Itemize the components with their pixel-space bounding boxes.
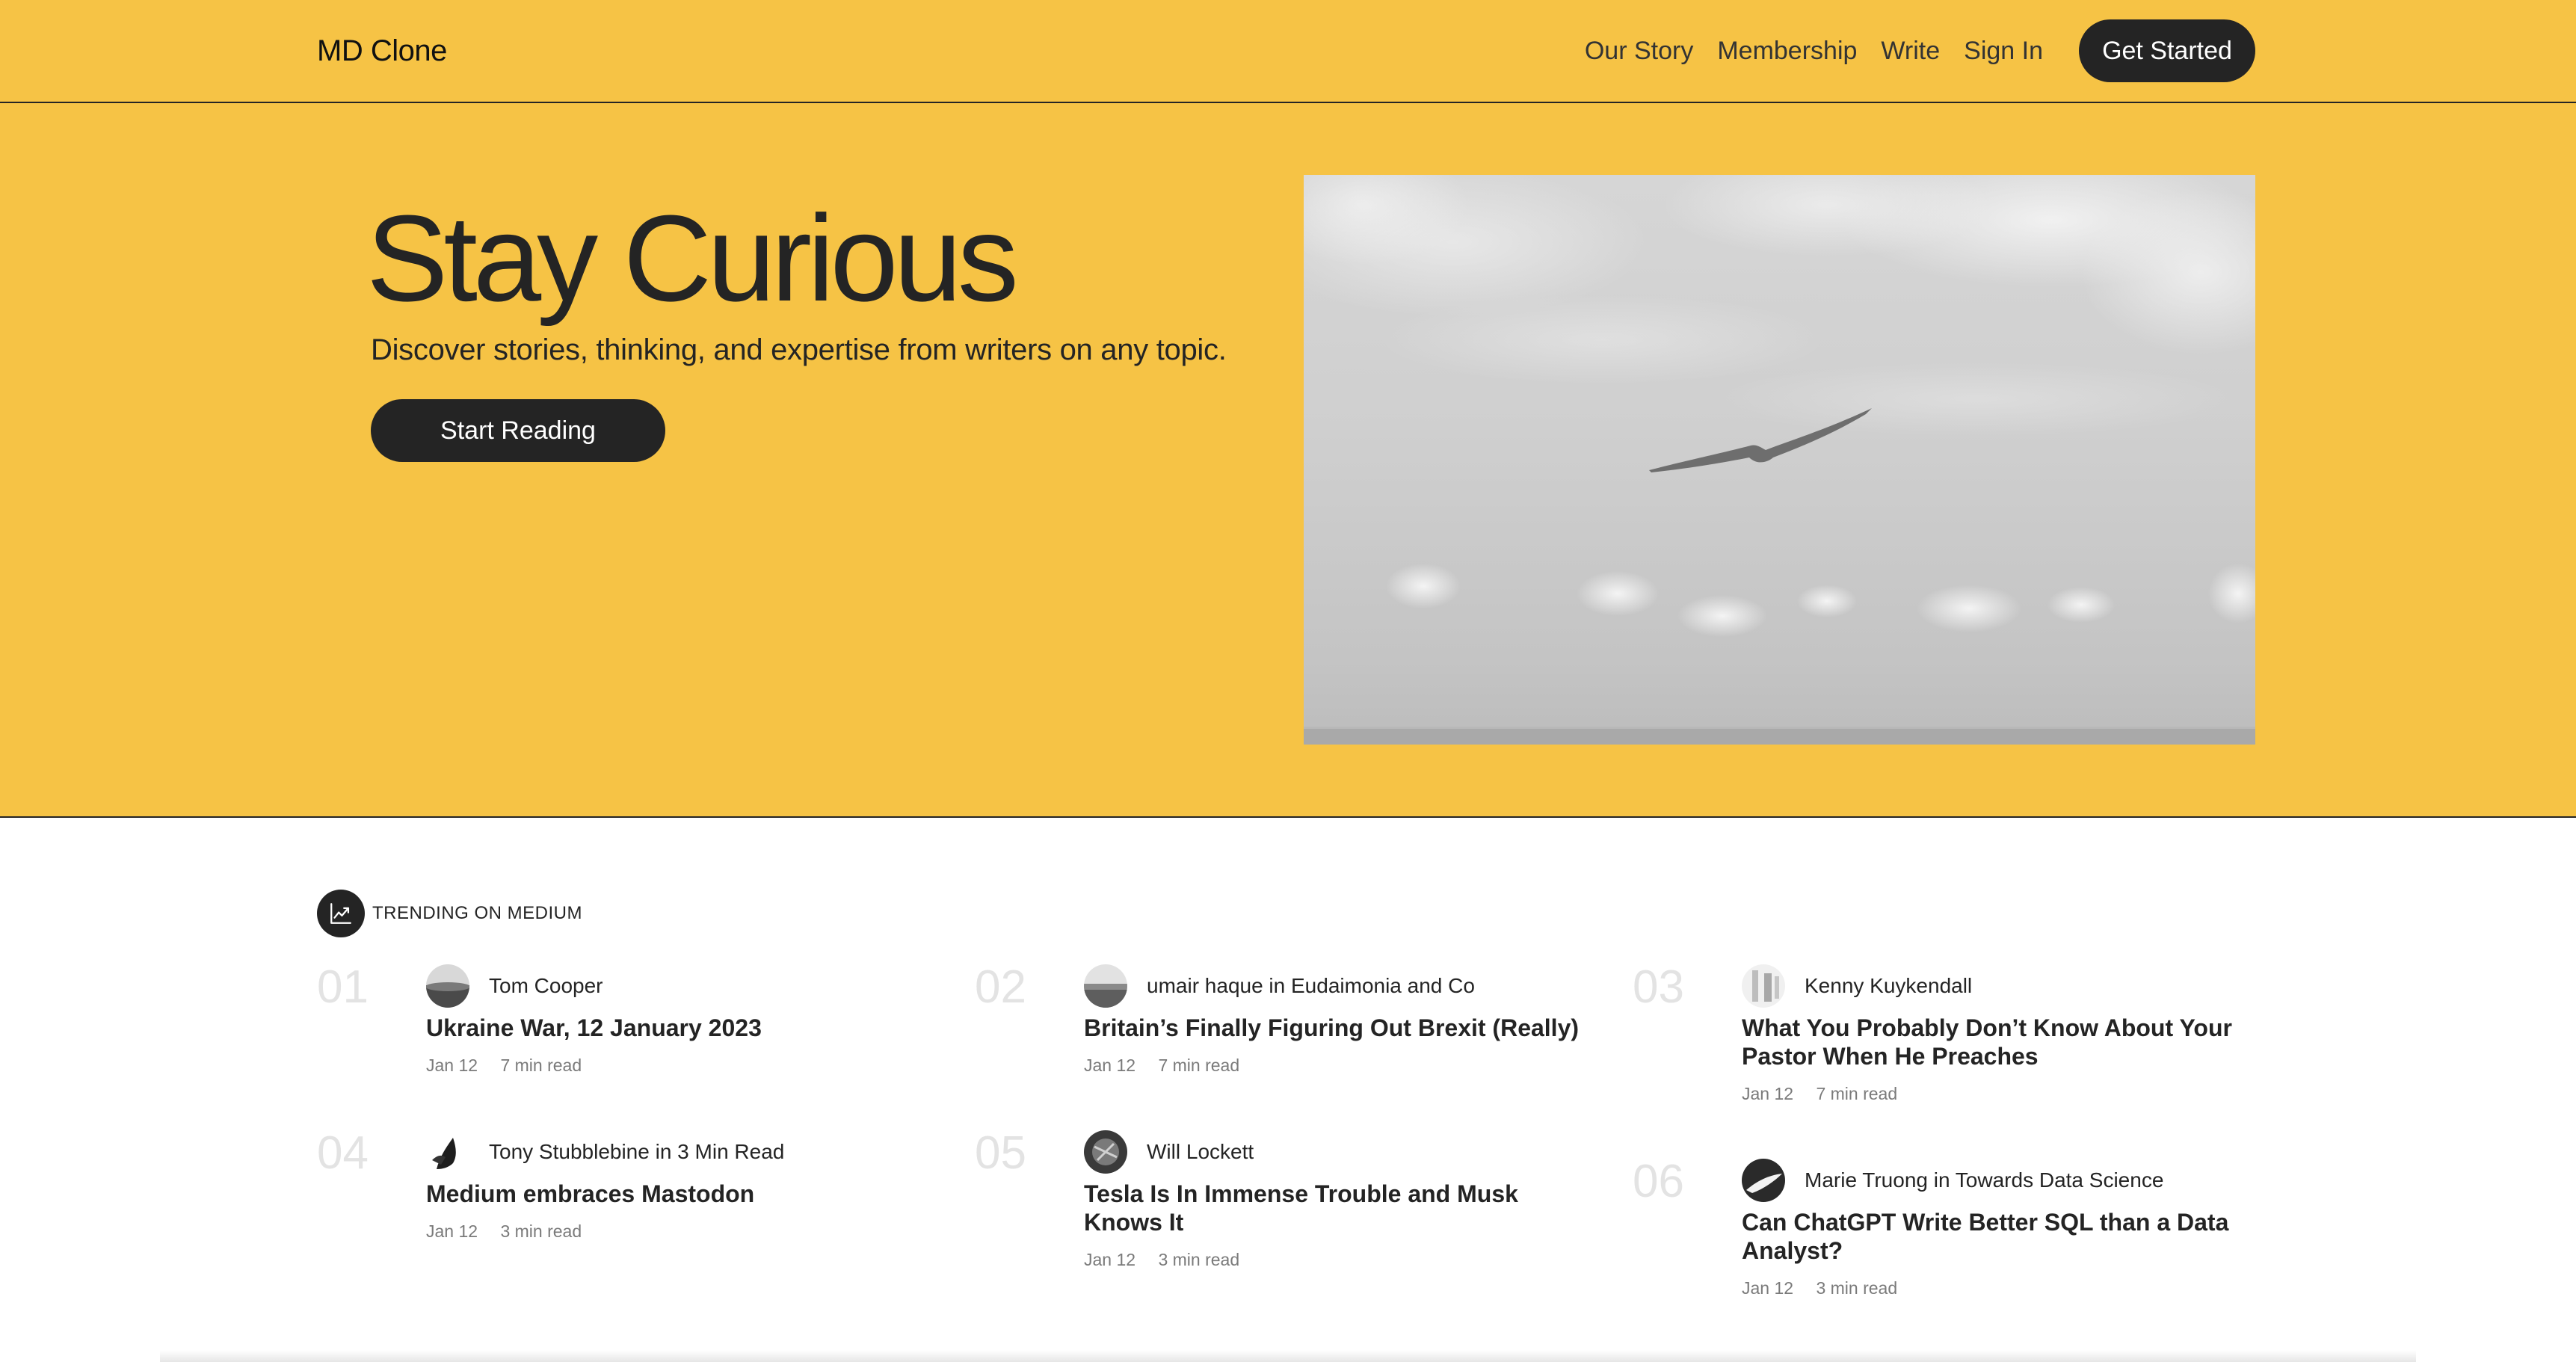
nav-link-membership[interactable]: Membership (1717, 37, 1857, 66)
article-date: Jan 12 (1084, 1250, 1136, 1269)
article-meta: Jan 12 7 min read (426, 1056, 942, 1076)
read-time: 3 min read (1158, 1250, 1240, 1269)
trending-number: 05 (975, 1127, 1026, 1179)
nav-link-our-story[interactable]: Our Story (1585, 37, 1693, 66)
article-meta: Jan 12 3 min read (1742, 1278, 2258, 1298)
author-avatar[interactable] (1084, 964, 1127, 1008)
author-name[interactable]: umair haque in Eudaimonia and Co (1147, 974, 1475, 998)
nav-inner: MD Clone Our Story Membership Write Sign… (317, 0, 2255, 102)
trending-number: 04 (317, 1127, 369, 1179)
article-date: Jan 12 (1742, 1278, 1794, 1298)
article-title[interactable]: Can ChatGPT Write Better SQL than a Data… (1742, 1208, 2258, 1265)
hero-section: Stay Curious Discover stories, thinking,… (0, 103, 2576, 818)
trending-content: Tony Stubblebine in 3 Min Read Medium em… (426, 1130, 942, 1242)
author-name[interactable]: Marie Truong in Towards Data Science (1805, 1168, 2163, 1192)
article-title[interactable]: Britain’s Finally Figuring Out Brexit (R… (1084, 1014, 1600, 1042)
trending-content: Tom Cooper Ukraine War, 12 January 2023 … (426, 964, 942, 1076)
author-name[interactable]: Tony Stubblebine in 3 Min Read (489, 1140, 784, 1164)
nav-link-sign-in[interactable]: Sign In (1964, 37, 2043, 66)
author-row: Tony Stubblebine in 3 Min Read (426, 1130, 942, 1174)
nav-links: Our Story Membership Write Sign In Get S… (1585, 19, 2255, 82)
trending-up-icon (317, 890, 365, 937)
article-meta: Jan 12 3 min read (1084, 1250, 1600, 1270)
hero-subtitle: Discover stories, thinking, and expertis… (371, 333, 1227, 366)
trending-content: umair haque in Eudaimonia and Co Britain… (1084, 964, 1600, 1076)
trending-number: 02 (975, 961, 1026, 1013)
nav-link-write[interactable]: Write (1881, 37, 1940, 66)
author-row: Will Lockett (1084, 1130, 1600, 1174)
trending-content: Kenny Kuykendall What You Probably Don’t… (1742, 964, 2258, 1104)
read-time: 7 min read (500, 1056, 582, 1075)
hero-image (1304, 175, 2255, 745)
author-row: Tom Cooper (426, 964, 942, 1008)
article-meta: Jan 12 7 min read (1742, 1084, 2258, 1104)
author-name[interactable]: Tom Cooper (489, 974, 603, 998)
section-divider-shadow (160, 1350, 2416, 1362)
article-title[interactable]: Ukraine War, 12 January 2023 (426, 1014, 942, 1042)
author-avatar[interactable] (426, 964, 469, 1008)
get-started-button[interactable]: Get Started (2079, 19, 2255, 82)
author-avatar[interactable] (1742, 964, 1785, 1008)
read-time: 7 min read (1158, 1056, 1240, 1075)
article-title[interactable]: What You Probably Don’t Know About Your … (1742, 1014, 2258, 1070)
article-date: Jan 12 (1742, 1084, 1794, 1103)
author-avatar[interactable] (1084, 1130, 1127, 1174)
author-avatar[interactable] (426, 1130, 469, 1174)
trending-number: 06 (1633, 1156, 1684, 1207)
article-date: Jan 12 (1084, 1056, 1136, 1075)
author-name[interactable]: Kenny Kuykendall (1805, 974, 1972, 998)
trending-label: TRENDING ON MEDIUM (372, 903, 582, 923)
author-row: Kenny Kuykendall (1742, 964, 2258, 1008)
author-name[interactable]: Will Lockett (1147, 1140, 1254, 1164)
read-time: 7 min read (1816, 1084, 1898, 1103)
article-title[interactable]: Medium embraces Mastodon (426, 1180, 942, 1208)
read-time: 3 min read (1816, 1278, 1898, 1298)
hero-title: Stay Curious (366, 190, 1019, 327)
article-title[interactable]: Tesla Is In Immense Trouble and Musk Kno… (1084, 1180, 1600, 1236)
author-row: Marie Truong in Towards Data Science (1742, 1159, 2258, 1202)
top-nav: MD Clone Our Story Membership Write Sign… (0, 0, 2576, 103)
article-meta: Jan 12 3 min read (426, 1221, 942, 1242)
trending-header: TRENDING ON MEDIUM (317, 890, 582, 937)
author-row: umair haque in Eudaimonia and Co (1084, 964, 1600, 1008)
brand-logo[interactable]: MD Clone (317, 34, 447, 68)
trending-content: Marie Truong in Towards Data Science Can… (1742, 1159, 2258, 1298)
trending-content: Will Lockett Tesla Is In Immense Trouble… (1084, 1130, 1600, 1270)
author-avatar[interactable] (1742, 1159, 1785, 1202)
start-reading-button[interactable]: Start Reading (371, 399, 665, 462)
read-time: 3 min read (500, 1221, 582, 1241)
seagull-photo (1304, 175, 2255, 745)
article-meta: Jan 12 7 min read (1084, 1056, 1600, 1076)
trending-number: 01 (317, 961, 369, 1013)
article-date: Jan 12 (426, 1221, 478, 1241)
trending-number: 03 (1633, 961, 1684, 1013)
article-date: Jan 12 (426, 1056, 478, 1075)
